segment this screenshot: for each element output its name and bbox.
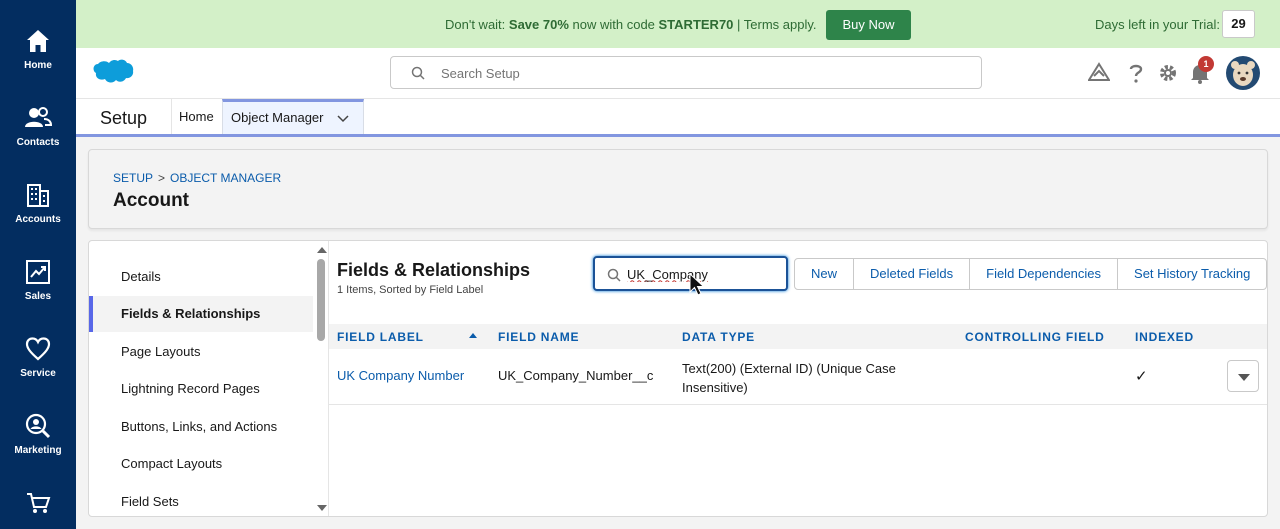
deleted-fields-button[interactable]: Deleted Fields	[853, 258, 971, 290]
promo-middle: now with code	[568, 17, 659, 32]
global-search[interactable]	[390, 56, 982, 89]
tab-object-manager[interactable]: Object Manager	[222, 99, 364, 134]
sort-ascending-icon[interactable]	[469, 333, 477, 338]
rail-item-home[interactable]: Home	[0, 28, 76, 98]
column-header-field-name[interactable]: FIELD NAME	[498, 330, 579, 344]
app-name: Setup	[100, 108, 148, 128]
object-detail-card: Details Fields & Relationships Page Layo…	[88, 240, 1268, 517]
context-bar: Setup Home Object Manager	[76, 99, 1280, 137]
column-header-controlling-field[interactable]: CONTROLLING FIELD	[965, 330, 1105, 344]
rail-label-contacts: Contacts	[16, 137, 60, 148]
search-setup-input[interactable]	[441, 63, 941, 83]
rail-label-marketing: Marketing	[14, 445, 62, 456]
home-icon	[27, 30, 49, 52]
rail-label-accounts: Accounts	[15, 214, 61, 225]
nav-item-fields-relationships[interactable]: Fields & Relationships	[89, 296, 313, 332]
search-icon	[607, 268, 621, 282]
cart-icon	[27, 493, 51, 513]
section-title: Fields & Relationships	[337, 260, 531, 280]
tab-object-manager-label: Object Manager	[231, 110, 324, 125]
nav-item-page-layouts[interactable]: Page Layouts	[89, 334, 313, 370]
notification-badge: 1	[1198, 56, 1214, 72]
column-header-field-label[interactable]: FIELD LABEL	[337, 330, 424, 344]
rail-item-service[interactable]: Service	[0, 336, 76, 406]
nav-item-field-sets[interactable]: Field Sets	[89, 484, 313, 516]
global-header: 1	[76, 48, 1280, 99]
nav-item-buttons-links-actions[interactable]: Buttons, Links, and Actions	[89, 409, 313, 445]
column-header-data-type[interactable]: DATA TYPE	[682, 330, 755, 344]
rail-item-sales[interactable]: Sales	[0, 259, 76, 329]
object-nav: Details Fields & Relationships Page Layo…	[89, 241, 329, 516]
table-row: UK Company Number UK_Company_Number__c T…	[329, 349, 1267, 405]
tab-home[interactable]: Home	[171, 99, 222, 134]
mouse-cursor-icon	[689, 273, 705, 296]
scroll-thumb[interactable]	[317, 259, 325, 341]
fields-relationships-panel: Fields & Relationships 1 Items, Sorted b…	[329, 241, 1267, 516]
set-history-tracking-button[interactable]: Set History Tracking	[1117, 258, 1267, 290]
table-header: FIELD LABEL FIELD NAME DATA TYPE CONTROL…	[329, 324, 1267, 349]
field-label-link[interactable]: UK Company Number	[337, 368, 464, 383]
app-nav-rail: Home Contacts Accounts Sales Service Mar…	[0, 0, 76, 529]
promo-prefix: Don't wait:	[445, 17, 509, 32]
rail-label-service: Service	[20, 368, 56, 379]
breadcrumb-separator: >	[158, 171, 166, 185]
page-title: Account	[113, 190, 189, 211]
gear-icon[interactable]	[1157, 62, 1179, 84]
help-icon[interactable]	[1126, 62, 1146, 84]
trailhead-icon[interactable]	[1088, 62, 1110, 84]
nav-item-lightning-record-pages[interactable]: Lightning Record Pages	[89, 371, 313, 407]
nav-scrollbar[interactable]	[315, 245, 327, 515]
trial-days-label: Days left in your Trial:	[1095, 17, 1220, 32]
salesforce-logo	[93, 59, 134, 83]
chevron-down-icon[interactable]	[337, 115, 349, 123]
field-data-type: Text(200) (External ID) (Unique Case Ins…	[682, 359, 896, 397]
breadcrumb-setup[interactable]: SETUP	[113, 171, 153, 185]
column-header-indexed[interactable]: INDEXED	[1135, 330, 1194, 344]
new-field-button[interactable]: New	[794, 258, 855, 290]
rail-label-sales: Sales	[24, 291, 52, 302]
rail-item-commerce[interactable]	[0, 490, 76, 520]
scroll-down-arrow[interactable]	[317, 505, 327, 511]
contacts-icon	[25, 107, 52, 127]
row-actions-dropdown-button[interactable]	[1227, 360, 1259, 392]
building-icon	[27, 184, 49, 207]
search-person-icon	[25, 413, 51, 439]
promo-code: STARTER70	[658, 17, 734, 32]
data-type-line-1: Text(200) (External ID) (Unique Case	[682, 361, 896, 376]
nav-item-details[interactable]: Details	[89, 259, 313, 295]
field-actions-button-group: New Deleted Fields Field Dependencies Se…	[794, 258, 1267, 290]
rail-item-contacts[interactable]: Contacts	[0, 105, 76, 175]
rail-item-accounts[interactable]: Accounts	[0, 182, 76, 252]
search-icon	[411, 66, 425, 80]
rail-item-marketing[interactable]: Marketing	[0, 413, 76, 483]
field-api-name: UK_Company_Number__c	[498, 368, 654, 383]
heart-icon	[25, 337, 51, 361]
avatar[interactable]	[1226, 56, 1260, 90]
rail-label-home: Home	[24, 60, 52, 71]
buy-now-button[interactable]: Buy Now	[826, 10, 911, 40]
breadcrumb-object-manager[interactable]: OBJECT MANAGER	[170, 171, 281, 185]
tab-home-label: Home	[179, 109, 214, 124]
field-dependencies-button[interactable]: Field Dependencies	[969, 258, 1119, 290]
user-avatar-icon	[1227, 57, 1259, 89]
section-subtitle: 1 Items, Sorted by Field Label	[337, 284, 484, 296]
nav-item-compact-layouts[interactable]: Compact Layouts	[89, 446, 313, 482]
breadcrumb: SETUP > OBJECT MANAGER	[113, 171, 281, 185]
scroll-up-arrow[interactable]	[317, 247, 327, 253]
trial-days-count: 29	[1222, 10, 1255, 38]
promo-message: Don't wait: Save 70% now with code START…	[445, 17, 817, 32]
data-type-line-2: Insensitive)	[682, 380, 748, 395]
chart-icon	[26, 260, 50, 284]
promo-terms: | Terms apply.	[733, 17, 817, 32]
indexed-check-icon: ✓	[1135, 368, 1148, 385]
page-header: SETUP > OBJECT MANAGER Account	[88, 149, 1268, 229]
promo-discount: Save 70%	[508, 17, 569, 32]
promo-banner: Don't wait: Save 70% now with code START…	[76, 0, 1280, 48]
